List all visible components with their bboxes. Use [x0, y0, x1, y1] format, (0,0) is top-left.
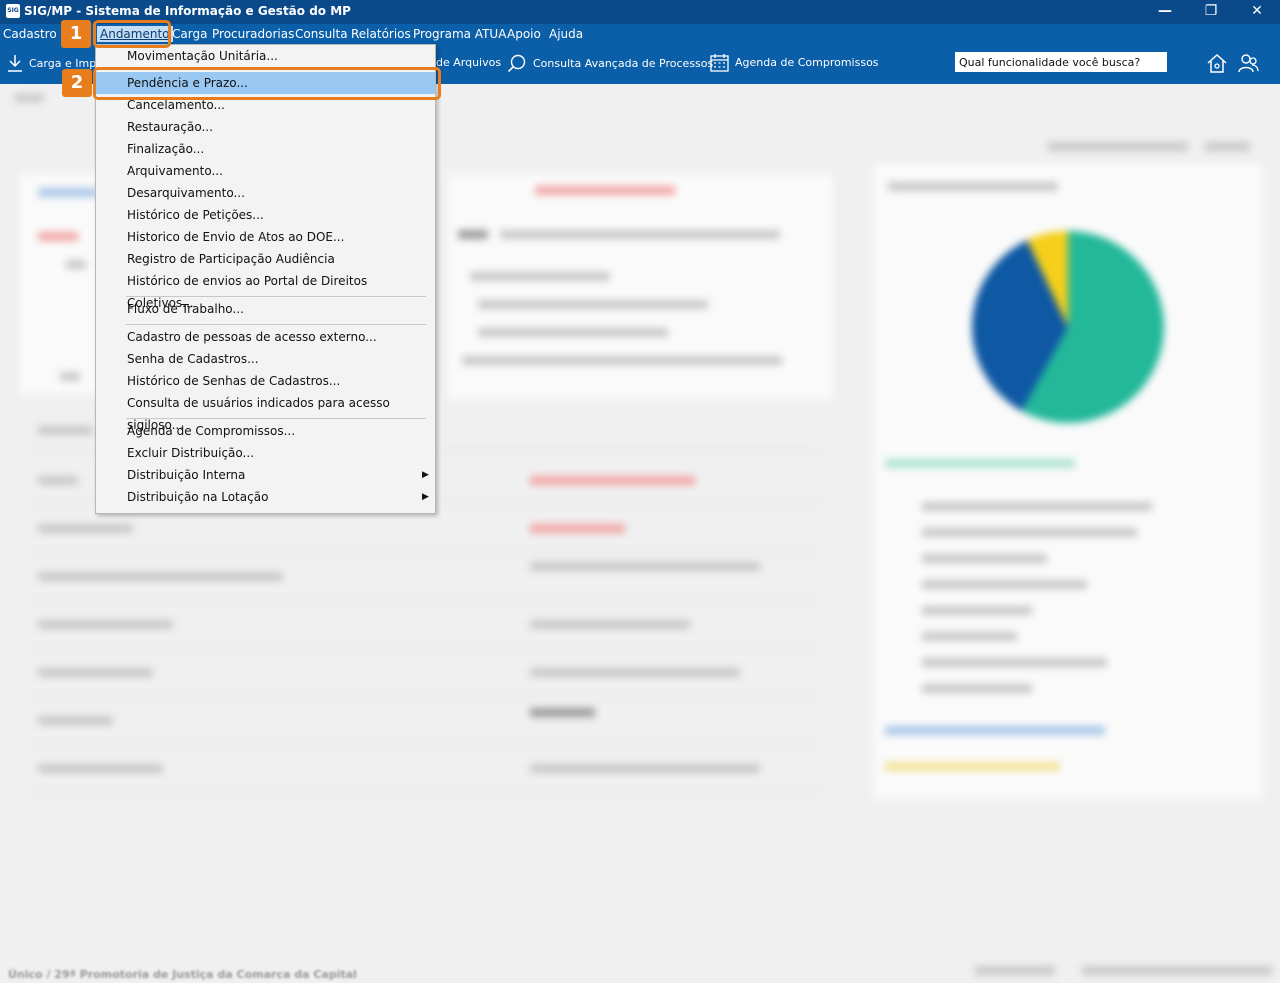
arquivos-label: de Arquivos [436, 56, 502, 69]
submenu-arrow-icon: ▶ [422, 492, 429, 502]
menu-item-senha-cadastros[interactable]: Senha de Cadastros... [96, 348, 435, 370]
menu-programa-atua[interactable]: Programa ATUA [413, 27, 506, 41]
menu-item-excluir-distribuicao[interactable]: Excluir Distribuição... [96, 442, 435, 464]
home-icon[interactable] [1206, 52, 1228, 74]
agenda-compromissos-button[interactable]: Agenda de Compromissos [710, 53, 879, 72]
agenda-compromissos-label: Agenda de Compromissos [735, 56, 879, 69]
menu-item-distribuicao-lotacao[interactable]: Distribuição na Lotação ▶ [96, 486, 435, 508]
users-icon[interactable] [1237, 52, 1259, 74]
menu-bar: Cadastro Andamento Carga Procuradorias C… [0, 24, 1280, 44]
minimize-icon[interactable]: — [1142, 0, 1188, 24]
window-title: SIG/MP - Sistema de Informação e Gestão … [24, 4, 351, 18]
consulta-avancada-button[interactable]: Consulta Avançada de Processos [507, 53, 713, 73]
menu-separator [126, 418, 426, 419]
calendar-icon [710, 54, 729, 72]
title-bar: SIG SIG/MP - Sistema de Informação e Ges… [0, 0, 1280, 24]
menu-item-desarquivamento[interactable]: Desarquivamento... [96, 182, 435, 204]
menu-item-restauracao[interactable]: Restauração... [96, 116, 435, 138]
menu-ajuda[interactable]: Ajuda [549, 27, 583, 41]
menu-consulta[interactable]: Consulta [295, 27, 348, 41]
menu-item-historico-envio-doe[interactable]: Historico de Envio de Atos ao DOE... [96, 226, 435, 248]
status-footer: Único / 29ª Promotoria de Justiça da Com… [8, 968, 357, 981]
menu-separator [126, 324, 426, 325]
menu-item-cadastro-acesso-externo[interactable]: Cadastro de pessoas de acesso externo... [96, 326, 435, 348]
restore-icon[interactable]: ❐ [1188, 0, 1234, 24]
menu-item-historico-portal-direitos-coletivos[interactable]: Histórico de envios ao Portal de Direito… [96, 270, 435, 310]
menu-item-consulta-usuarios-sigiloso[interactable]: Consulta de usuários indicados para aces… [96, 392, 435, 432]
callout-step-1-frame [93, 20, 171, 48]
menu-carga[interactable]: Carga [172, 27, 207, 41]
menu-item-distribuicao-interna[interactable]: Distribuição Interna ▶ [96, 464, 435, 486]
menu-item-agenda-compromissos[interactable]: Agenda de Compromissos... [96, 420, 435, 442]
close-icon[interactable]: ✕ [1234, 0, 1280, 24]
callout-step-2-badge: 2 [62, 69, 92, 97]
search-doc-icon [507, 54, 526, 73]
consulta-avancada-label: Consulta Avançada de Processos [533, 56, 714, 70]
menu-procuradorias[interactable]: Procuradorias [212, 27, 294, 41]
download-icon [8, 55, 22, 72]
arquivos-button[interactable]: de Arquivos [436, 56, 501, 69]
distribution-pie-chart [972, 231, 1164, 423]
menu-cadastro[interactable]: Cadastro [3, 27, 57, 41]
menu-item-finalizacao[interactable]: Finalização... [96, 138, 435, 160]
menu-item-movimentacao-unitaria[interactable]: Movimentação Unitária... [96, 45, 435, 67]
menu-relatorios[interactable]: Relatórios [351, 27, 411, 41]
andamento-dropdown-menu: Movimentação Unitária... Pendência e Pra… [95, 44, 436, 514]
menu-separator [126, 296, 426, 297]
menu-apoio[interactable]: Apoio [507, 27, 541, 41]
menu-item-arquivamento[interactable]: Arquivamento... [96, 160, 435, 182]
functionality-search-input[interactable] [955, 52, 1167, 72]
carga-importacao-label: Carga e Impo [29, 56, 103, 70]
menu-item-historico-peticoes[interactable]: Histórico de Petições... [96, 204, 435, 226]
callout-step-1-badge: 1 [61, 20, 91, 48]
callout-step-2-frame [93, 67, 441, 100]
submenu-arrow-icon: ▶ [422, 470, 429, 480]
menu-item-historico-senhas[interactable]: Histórico de Senhas de Cadastros... [96, 370, 435, 392]
menu-item-registro-participacao-audiencia[interactable]: Registro de Participação Audiência [96, 248, 435, 270]
menu-item-fluxo-trabalho[interactable]: Fluxo de Trabalho... [96, 298, 435, 320]
app-logo: SIG [6, 4, 20, 18]
